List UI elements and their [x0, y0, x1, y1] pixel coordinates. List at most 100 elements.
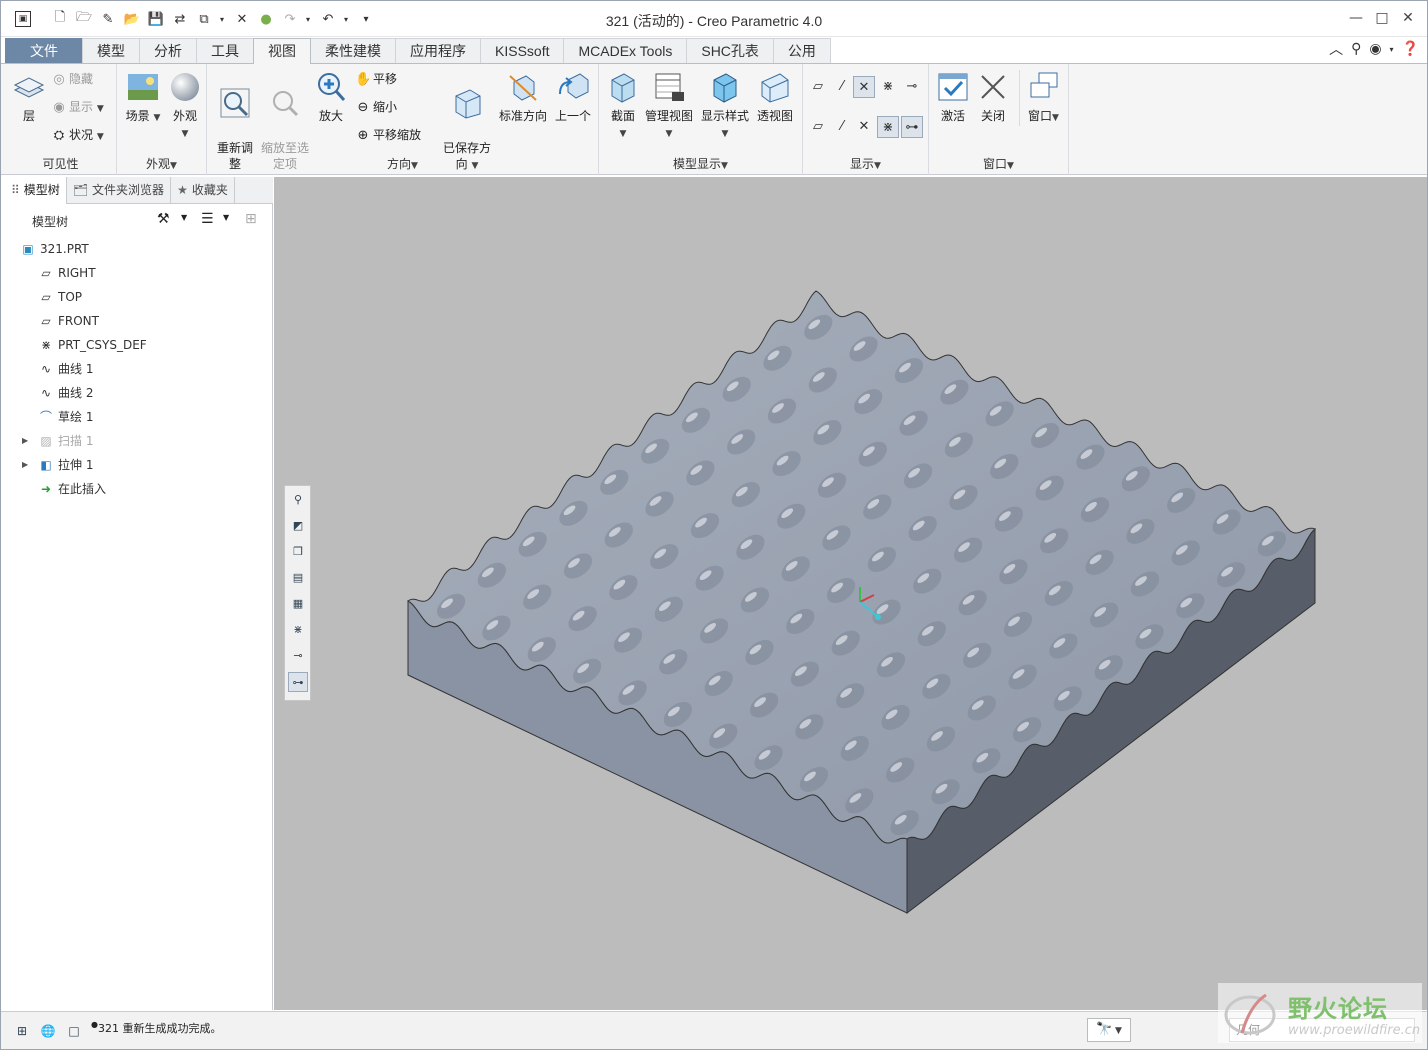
group-label-appearance[interactable]: 外观▼ [117, 155, 206, 172]
zoom-out-icon: ⊖ [357, 100, 369, 115]
tab-5[interactable]: 柔性建模 [310, 38, 396, 63]
minimize-icon[interactable]: — [1345, 7, 1367, 29]
appearance-button[interactable]: 外观 ▼ [161, 70, 209, 142]
browser-toggle-icon[interactable]: 🌐 [39, 1022, 57, 1040]
tab-3[interactable]: 工具 [196, 38, 254, 63]
binoculars-icon: 🔭 [1096, 1022, 1113, 1037]
panel-tab-0[interactable]: ⠿ 模型树 [5, 177, 67, 204]
point-tag-icon[interactable]: ✕ [853, 116, 875, 138]
status-button[interactable]: ⛭ 状况 ▼ [51, 124, 104, 146]
expand-arrow-icon[interactable]: ▶ [22, 429, 32, 453]
refit-icon [220, 88, 250, 118]
maximize-icon[interactable]: □ [1371, 7, 1393, 29]
tree-node[interactable]: ▱ RIGHT [5, 261, 273, 285]
section-button[interactable]: 截面 ▼ [599, 70, 647, 142]
tree-node[interactable]: ▱ FRONT [5, 309, 273, 333]
scene-button[interactable]: 场景 ▼ [119, 70, 167, 126]
display-style-button[interactable]: 显示样式 ▼ [699, 70, 751, 142]
wavy-surface-model[interactable] [274, 177, 1427, 1010]
fullscreen-icon[interactable]: □ [65, 1022, 83, 1040]
tree-filter-icon[interactable]: ☰ [201, 211, 214, 227]
pan-zoom-button[interactable]: ⊕ 平移缩放 [355, 124, 421, 146]
panel-tab-2[interactable]: ★ 收藏夹 [171, 177, 235, 204]
datum-display-icon[interactable]: ⋇ [288, 620, 308, 640]
standard-orientation-button[interactable]: 标准方向 [497, 70, 549, 124]
tab-4[interactable]: 视图 [253, 38, 311, 64]
previous-orientation-button[interactable]: 上一个 [549, 70, 597, 124]
graphics-viewport[interactable]: ⚲ ◩ ❒ ▤ ▦ ⋇ ⊸ ⊶ [274, 177, 1427, 1010]
tree-columns-icon[interactable]: ⊞ [245, 211, 257, 227]
axis-tag-icon[interactable]: ⁄ [831, 116, 853, 138]
saved-views-icon[interactable]: ▤ [288, 568, 308, 588]
tree-node[interactable]: ▣ 321.PRT [5, 237, 273, 261]
show-button[interactable]: ◉ 显示 ▼ [51, 96, 103, 118]
csys-tag-icon[interactable]: ⋇ [877, 116, 899, 138]
refit-icon[interactable]: ⚲ [288, 490, 308, 510]
tree-node[interactable]: ➜ 在此插入 [5, 477, 273, 501]
windows-button[interactable]: 窗口▼ [1019, 70, 1067, 126]
find-button[interactable]: 🔭 ▼ [1087, 1018, 1131, 1042]
panel-tab-label: 文件夹浏览器 [92, 183, 165, 197]
plane-display-icon[interactable]: ⏥ [807, 76, 829, 98]
chevron-down-icon[interactable]: ▼ [181, 213, 187, 222]
close-icon[interactable]: ✕ [1397, 7, 1419, 29]
zoom-window-icon[interactable]: ◩ [288, 516, 308, 536]
zoom-out-button[interactable]: ⊖ 缩小 [355, 96, 397, 118]
spin-center-icon[interactable]: ⊶ [901, 116, 923, 138]
pan-button[interactable]: ✋ 平移 [355, 68, 397, 90]
tab-6[interactable]: 应用程序 [395, 38, 481, 63]
group-label-show[interactable]: 显示▼ [803, 155, 928, 172]
tree-node[interactable]: ▶ ▨ 扫描 1 [5, 429, 273, 453]
axis-display-icon[interactable]: ⁄ [831, 76, 853, 98]
tree-node[interactable]: ∿ 曲线 2 [5, 381, 273, 405]
annotation-display-icon[interactable]: ⊸ [901, 76, 923, 98]
hide-button[interactable]: ◎ 隐藏 [51, 68, 93, 90]
datum-plane-icon: ▱ [41, 314, 51, 328]
spin-center-icon[interactable]: ⊶ [288, 672, 308, 692]
windows-label: 窗口 [1028, 109, 1053, 123]
collapse-ribbon-icon[interactable]: ︿ [1329, 39, 1343, 59]
model-tree-header: 模型树 ⚒ ▼ ☰ ▼ ⊞ [5, 205, 273, 235]
tab-10[interactable]: 公用 [772, 38, 831, 63]
search-icon[interactable]: ⚲ [1351, 41, 1361, 57]
point-display-icon[interactable]: ✕ [853, 76, 875, 98]
group-label-window[interactable]: 窗口▼ [929, 155, 1068, 172]
panel-tab-1[interactable]: 🗂 文件夹浏览器 [67, 177, 172, 204]
tree-node[interactable]: ⌒ 草绘 1 [5, 405, 273, 429]
tree-settings-icon[interactable]: ⚒ [157, 211, 170, 227]
tree-node[interactable]: ▱ TOP [5, 285, 273, 309]
perspective-button[interactable]: 透视图 [751, 70, 799, 124]
zoom-in-label: 放大 [318, 109, 343, 123]
tab-1[interactable]: 模型 [82, 38, 140, 63]
tab-7[interactable]: KISSsoft [480, 38, 565, 63]
model-top-surface[interactable] [407, 290, 1316, 844]
tree-node[interactable]: ▶ ◧ 拉伸 1 [5, 453, 273, 477]
zoom-in-icon [318, 73, 346, 101]
help-icon[interactable]: ❓ [1402, 41, 1419, 57]
chevron-down-icon[interactable]: ▾ [1390, 45, 1394, 54]
tab-2[interactable]: 分析 [139, 38, 197, 63]
manage-views-button[interactable]: 管理视图 ▼ [643, 70, 695, 142]
chevron-down-icon[interactable]: ▼ [223, 213, 229, 222]
tab-9[interactable]: SHC孔表 [686, 38, 774, 63]
tree-node[interactable]: ⋇ PRT_CSYS_DEF [5, 333, 273, 357]
view-manager-icon[interactable]: ▦ [288, 594, 308, 614]
group-window: 激活 关闭 窗口▼ 窗口▼ [929, 64, 1069, 175]
navigator-toggle-icon[interactable]: ⊞ [13, 1022, 31, 1040]
tree-node[interactable]: ∿ 曲线 1 [5, 357, 273, 381]
csys-display-icon[interactable]: ⋇ [877, 76, 899, 98]
plane-tag-icon[interactable]: ⏥ [807, 116, 829, 138]
layers-button[interactable]: 层 [5, 70, 53, 124]
tab-8[interactable]: MCADEx Tools [563, 38, 688, 63]
group-label-orientation[interactable]: 方向▼ [207, 155, 598, 172]
layers-label: 层 [22, 109, 35, 123]
tab-0[interactable]: 文件 [5, 38, 83, 63]
close-window-button[interactable]: 关闭 [969, 70, 1017, 124]
status-message: 321 重新生成成功完成。 [98, 1022, 222, 1035]
community-icon[interactable]: ◉ [1369, 41, 1381, 57]
zoom-in-button[interactable]: 放大 [307, 70, 355, 124]
expand-arrow-icon[interactable]: ▶ [22, 453, 32, 477]
display-style-icon[interactable]: ❒ [288, 542, 308, 562]
group-label-model-display[interactable]: 模型显示▼ [599, 155, 802, 172]
annotation-display-icon[interactable]: ⊸ [288, 646, 308, 666]
